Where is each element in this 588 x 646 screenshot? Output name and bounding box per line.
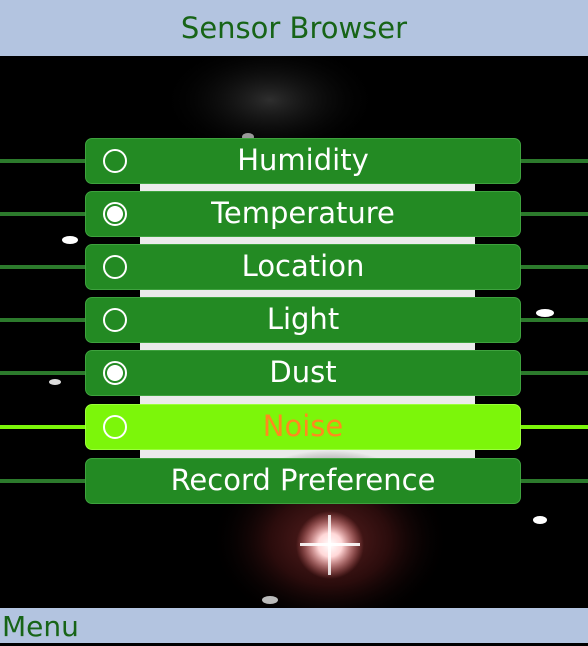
item-label: Dust xyxy=(269,355,337,389)
menu-item-light[interactable]: Light xyxy=(0,297,588,343)
menu-item-temperature[interactable]: Temperature xyxy=(0,191,588,237)
item-label: Noise xyxy=(262,409,344,443)
menu-item-noise[interactable]: Noise xyxy=(0,404,588,450)
item-label: Temperature xyxy=(211,196,395,230)
connector-line-left xyxy=(0,371,90,375)
connector-line-right xyxy=(515,479,588,483)
connector-line-right xyxy=(515,318,588,322)
connector-line-left xyxy=(0,159,90,163)
connector-line-left xyxy=(0,479,90,483)
connector-line-left xyxy=(0,425,90,429)
connector-line-left xyxy=(0,212,90,216)
connector-line-left xyxy=(0,265,90,269)
menu-item-location[interactable]: Location xyxy=(0,244,588,290)
connector-line-right xyxy=(515,265,588,269)
connector-line-right xyxy=(515,371,588,375)
connector-line-left xyxy=(0,318,90,322)
menu-item-dust[interactable]: Dust xyxy=(0,350,588,396)
connector-line-right xyxy=(515,212,588,216)
menu-item-record-preference[interactable]: Record Preference xyxy=(0,458,588,504)
connector-line-right xyxy=(515,159,588,163)
item-label: Record Preference xyxy=(170,463,436,497)
item-label: Humidity xyxy=(237,143,369,177)
connector-line-right xyxy=(515,425,588,429)
menu-softkey[interactable]: Menu xyxy=(2,608,79,643)
softkey-bar: Menu xyxy=(0,608,588,643)
item-label: Location xyxy=(241,249,365,283)
item-label: Light xyxy=(266,302,340,336)
phone-screen: Sensor Browser Humidity Temperature Loca… xyxy=(0,0,588,643)
sensor-menu-list: Humidity Temperature Location Light Dust… xyxy=(0,0,588,643)
menu-item-humidity[interactable]: Humidity xyxy=(0,138,588,184)
